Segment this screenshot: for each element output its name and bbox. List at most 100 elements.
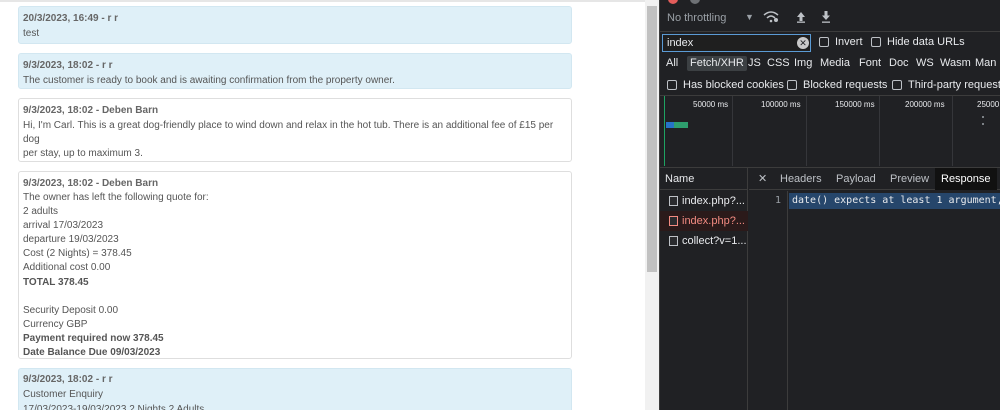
request-row-error[interactable]: index.php?...	[660, 211, 748, 231]
request-name: collect?v=1...	[682, 235, 747, 247]
type-filter-js[interactable]: JS	[748, 56, 761, 71]
timeline-dot	[982, 116, 984, 118]
document-icon	[669, 196, 678, 206]
tab-response[interactable]: Response	[935, 168, 997, 190]
request-row[interactable]: index.php?...	[660, 191, 748, 211]
message-card: 20/3/2023, 16:49 - r r test	[18, 6, 572, 44]
invert-checkbox[interactable]	[819, 37, 829, 47]
timeline-tick: 150000 ms	[835, 100, 875, 109]
timeline-gridline	[952, 96, 953, 166]
throttling-select[interactable]: No throttling	[667, 12, 726, 24]
message-card: 9/3/2023, 18:02 - r r Customer Enquiry 1…	[18, 368, 572, 410]
message-line: The owner has left the following quote f…	[23, 192, 209, 203]
third-party-requests-checkbox[interactable]	[892, 80, 902, 90]
dom-content-loaded-marker	[664, 96, 665, 166]
document-icon	[669, 236, 678, 246]
timeline-gridline	[732, 96, 733, 166]
network-overview-timeline[interactable]: 50000 ms 100000 ms 150000 ms 200000 ms 2…	[660, 96, 1000, 166]
message-line: Cost (2 Nights) = 378.45	[23, 248, 132, 260]
type-filter-manifest[interactable]: Man	[975, 56, 996, 71]
request-list: Name index.php?... index.php?... collect…	[660, 168, 748, 410]
message-card: 9/3/2023, 18:02 - Deben Barn Hi, I'm Car…	[18, 98, 572, 162]
blocked-filters: Has blocked cookies Blocked requests Thi…	[660, 74, 1000, 96]
message-line: The customer is ready to book and is awa…	[23, 75, 395, 86]
blocked-requests-checkbox[interactable]	[787, 80, 797, 90]
message-line: departure 19/03/2023	[23, 234, 119, 246]
clear-icon[interactable]	[690, 0, 700, 4]
message-line: Hi, I'm Carl. This is a great dog-friend…	[23, 120, 554, 145]
message-line: Security Deposit 0.00	[23, 304, 119, 316]
filter-bar: index ✕ Invert Hide data URLs	[660, 32, 1000, 53]
record-icon[interactable]	[668, 0, 678, 4]
type-filter-fetch-xhr[interactable]: Fetch/XHR	[687, 56, 747, 71]
message-header: 9/3/2023, 18:02 - r r	[23, 374, 113, 385]
request-detail-tabs: ✕ Headers Payload Preview Response	[749, 168, 1000, 190]
gutter-divider	[787, 191, 788, 410]
message-header: 9/3/2023, 18:02 - Deben Barn	[23, 105, 159, 116]
blocked-requests-label: Blocked requests	[803, 79, 888, 91]
line-number: 1	[775, 195, 782, 206]
message-line: 17/03/2023-19/03/2023 2 Nights 2 Adults	[23, 404, 205, 410]
network-conditions-icon[interactable]	[763, 10, 779, 23]
message-line: test	[23, 28, 40, 39]
name-column-header[interactable]: Name	[660, 168, 748, 190]
third-party-requests-label: Third-party requests	[908, 79, 1000, 91]
hide-data-urls-label: Hide data URLs	[887, 36, 965, 48]
name-column-label: Name	[665, 173, 695, 185]
clear-filter-icon[interactable]: ✕	[797, 37, 809, 49]
tab-preview[interactable]: Preview	[890, 173, 929, 185]
timeline-gridline	[806, 96, 807, 166]
export-har-icon[interactable]	[821, 11, 831, 23]
timeline-tick: 25000	[977, 100, 1000, 109]
quote-total: TOTAL 378.45	[23, 276, 89, 288]
request-name: index.php?...	[682, 215, 745, 227]
timeline-tick: 50000 ms	[693, 100, 729, 109]
type-filter-css[interactable]: CSS	[767, 56, 790, 71]
message-line	[23, 290, 567, 304]
timeline-dot	[982, 123, 984, 125]
payment-required: Payment required now 378.45	[23, 332, 164, 344]
response-viewer[interactable]: 1 date() expects at least 1 argument,	[749, 191, 1000, 410]
balance-due-date: Date Balance Due 09/03/2023	[23, 347, 161, 359]
timeline-tick: 100000 ms	[761, 100, 801, 109]
import-har-icon[interactable]	[796, 11, 806, 23]
type-filter-doc[interactable]: Doc	[889, 56, 909, 71]
filter-input[interactable]: index ✕	[662, 34, 811, 52]
page-scrollbar-thumb[interactable]	[647, 6, 657, 272]
timeline-tick: 200000 ms	[905, 100, 945, 109]
close-icon[interactable]: ✕	[758, 172, 767, 185]
resource-type-filters: All Fetch/XHR JS CSS Img Media Font Doc …	[660, 53, 1000, 73]
message-line: Additional cost 0.00	[23, 262, 111, 274]
message-line: 2 adults	[23, 206, 59, 218]
request-row[interactable]: collect?v=1...	[660, 231, 748, 251]
message-header: 9/3/2023, 18:02 - Deben Barn	[23, 178, 159, 189]
message-card: 9/3/2023, 18:02 - r r The customer is re…	[18, 53, 572, 89]
has-blocked-cookies-label: Has blocked cookies	[683, 79, 784, 91]
type-filter-font[interactable]: Font	[859, 56, 881, 71]
message-thread: 20/3/2023, 16:49 - r r test 9/3/2023, 18…	[0, 0, 645, 410]
type-filter-img[interactable]: Img	[794, 56, 812, 71]
chevron-down-icon[interactable]: ▼	[745, 12, 754, 22]
network-toolbar: No throttling ▼	[660, 0, 1000, 32]
response-text[interactable]: date() expects at least 1 argument,	[789, 193, 1000, 209]
has-blocked-cookies-checkbox[interactable]	[667, 80, 677, 90]
tab-headers[interactable]: Headers	[780, 173, 822, 185]
requests-and-details: Name index.php?... index.php?... collect…	[660, 167, 1000, 410]
tab-payload[interactable]: Payload	[836, 173, 876, 185]
request-name: index.php?...	[682, 195, 745, 207]
message-header: 20/3/2023, 16:49 - r r	[23, 13, 119, 24]
timeline-gridline	[879, 96, 880, 166]
message-header: 9/3/2023, 18:02 - r r	[23, 60, 113, 71]
hide-data-urls-checkbox[interactable]	[871, 37, 881, 47]
top-divider	[0, 0, 645, 2]
message-line: Currency GBP	[23, 318, 88, 330]
request-bar	[666, 122, 674, 128]
type-filter-ws[interactable]: WS	[916, 56, 934, 71]
quote-message-card: 9/3/2023, 18:02 - Deben Barn The owner h…	[18, 171, 572, 359]
document-icon	[669, 216, 678, 226]
message-line: Customer Enquiry	[23, 389, 104, 400]
type-filter-media[interactable]: Media	[820, 56, 850, 71]
type-filter-wasm[interactable]: Wasm	[940, 56, 971, 71]
devtools-network-panel: No throttling ▼ index ✕ Invert Hide data…	[660, 0, 1000, 410]
type-filter-all[interactable]: All	[666, 56, 678, 71]
